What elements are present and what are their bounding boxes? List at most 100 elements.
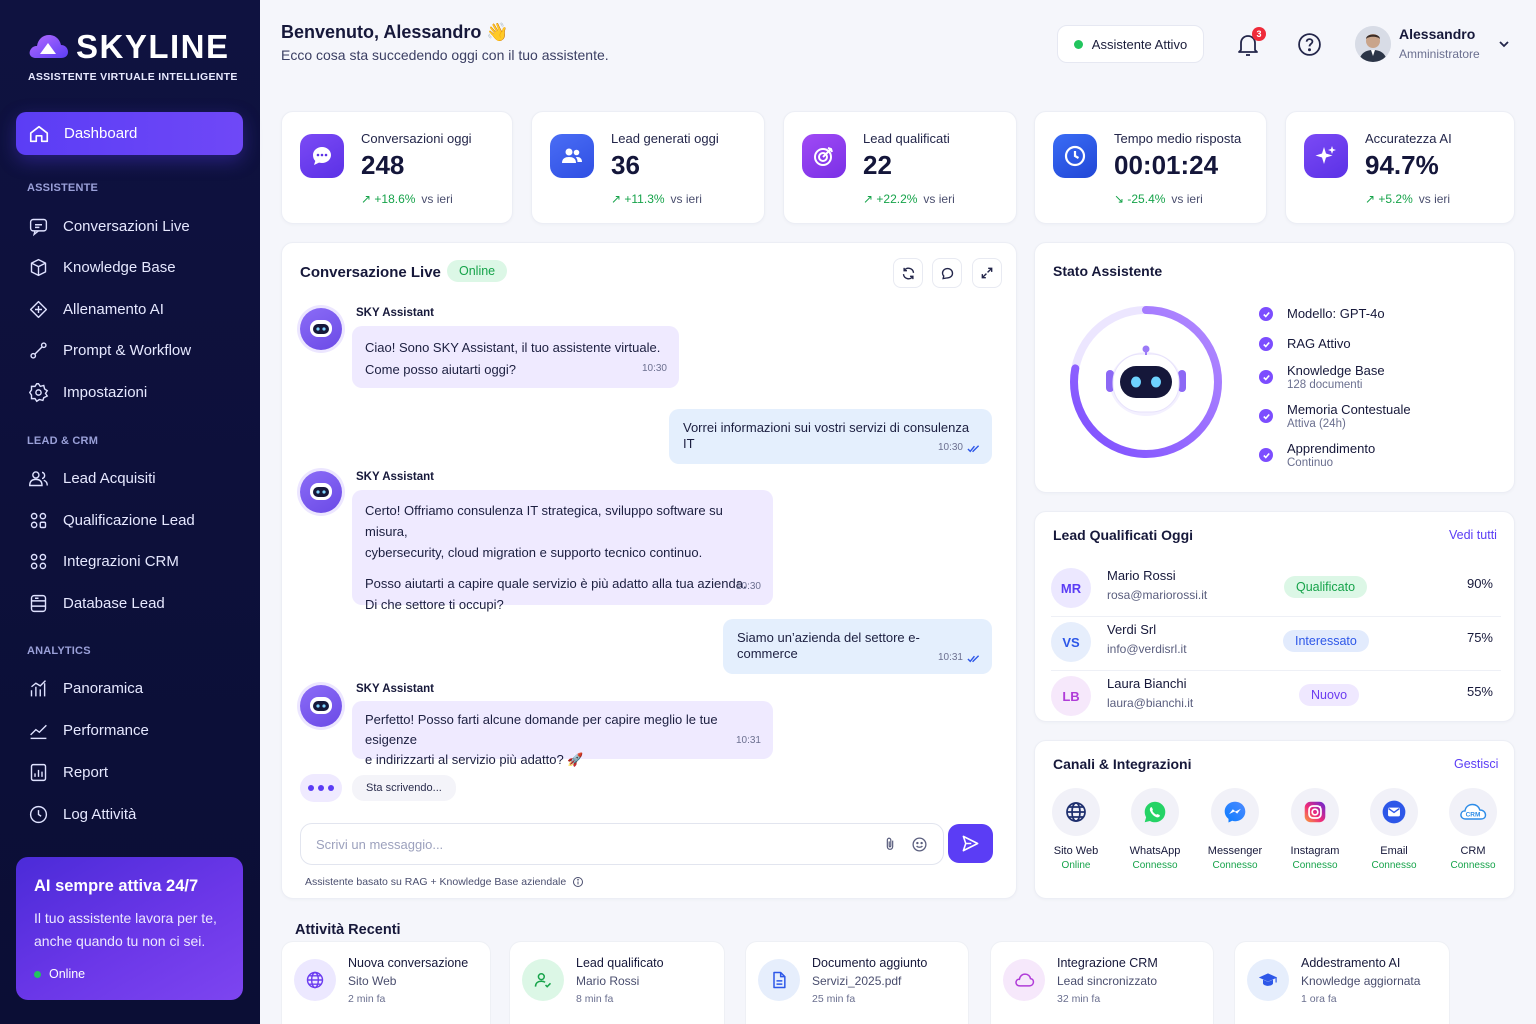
activity-item[interactable]: Lead qualificato Mario Rossi 8 min fa: [509, 941, 725, 1024]
stat-trend-compare: vs ieri: [670, 192, 702, 206]
leads-title: Lead Qualificati Oggi: [1053, 527, 1194, 543]
stat-card-lead-generati[interactable]: Lead generati oggi 36 ↗ +11.3% vs ieri: [531, 111, 765, 224]
manage-channels-link[interactable]: Gestisci: [1454, 757, 1498, 771]
qualified-leads-panel: Lead Qualificati Oggi Vedi tutti MR Mari…: [1034, 511, 1515, 722]
lead-name: Laura Bianchi: [1107, 676, 1187, 691]
sidebar-item-performance[interactable]: Performance: [28, 715, 243, 745]
status-badge: Nuovo: [1299, 684, 1360, 706]
chevron-down-icon[interactable]: [1498, 38, 1510, 50]
emoji-icon[interactable]: [911, 836, 928, 853]
channel-sito-web[interactable]: Sito Web Online: [1038, 788, 1114, 871]
sidebar-item-allenamento-ai[interactable]: Allenamento AI: [28, 294, 243, 324]
stat-value: 00:01:24: [1114, 150, 1219, 180]
stat-card-accuratezza[interactable]: Accuratezza AI 94.7% ↗ +5.2% vs ieri: [1285, 111, 1515, 224]
gear-icon: [28, 382, 49, 402]
activity-log-icon: [29, 805, 48, 823]
channel-whatsapp[interactable]: WhatsApp Connesso: [1117, 788, 1193, 871]
channel-status: Connesso: [1212, 860, 1258, 871]
refresh-button[interactable]: [893, 258, 923, 288]
channel-email[interactable]: Email Connesso: [1356, 788, 1432, 871]
brand-logo[interactable]: SKYLINE: [28, 28, 230, 66]
chat-message-bot: Perfetto! Posso farti alcune domande per…: [352, 701, 773, 767]
assistant-status-pill[interactable]: Assistente Attivo: [1057, 25, 1204, 63]
stat-card-conversazioni[interactable]: Conversazioni oggi 248 ↗ +18.6% vs ieri: [281, 111, 513, 224]
sidebar-item-label: Allenamento AI: [63, 300, 164, 318]
channels-title: Canali & Integrazioni: [1053, 756, 1192, 772]
bot-name: SKY Assistant: [356, 683, 434, 695]
activity-item[interactable]: Integrazione CRM Lead sincronizzato 32 m…: [990, 941, 1214, 1024]
table-row[interactable]: MR Mario Rossi rosa@mariorossi.it Qualif…: [1035, 563, 1517, 617]
chat-message-bot: Certo! Offriamo consulenza IT strategica…: [352, 490, 773, 612]
expand-button[interactable]: [972, 258, 1002, 288]
user-name[interactable]: Alessandro: [1399, 26, 1475, 42]
info-icon[interactable]: [572, 876, 584, 888]
message-input[interactable]: Scrivi un messaggio...: [300, 823, 944, 865]
message-time-value: 10:31: [937, 652, 963, 663]
sidebar-item-label: Report: [63, 763, 109, 781]
send-icon: [962, 835, 979, 852]
activity-title: Addestramento AI: [1301, 956, 1401, 970]
stat-value: 36: [611, 150, 640, 180]
sidebar-item-prompt-workflow[interactable]: Prompt & Workflow: [28, 335, 243, 365]
activity-item[interactable]: Documento aggiunto Servizi_2025.pdf 25 m…: [745, 941, 969, 1024]
channel-name: Instagram: [1290, 845, 1340, 857]
messenger-icon: [1211, 788, 1259, 836]
channel-crm[interactable]: CRM CRM Connesso: [1435, 788, 1511, 871]
page-subtitle: Ecco cosa sta succedendo oggi con il tuo…: [281, 47, 609, 63]
sidebar-item-log-attivita[interactable]: Log Attività: [28, 799, 243, 829]
sidebar-item-panoramica[interactable]: Panoramica: [28, 673, 243, 703]
send-button[interactable]: [948, 824, 993, 863]
assistant-feature-row: Modello: GPT-4o: [1259, 306, 1385, 321]
message-text: e indirizzarti al servizio più adatto? 🚀: [365, 752, 584, 767]
help-icon[interactable]: [1297, 32, 1322, 57]
activity-time: 8 min fa: [576, 993, 614, 1005]
view-all-leads-link[interactable]: Vedi tutti: [1449, 528, 1497, 542]
activity-time: 25 min fa: [812, 993, 856, 1005]
status-dot: [34, 970, 41, 978]
sidebar-item-label: Lead Acquisiti: [63, 469, 156, 487]
attachment-icon[interactable]: [882, 835, 898, 853]
sidebar-item-dashboard[interactable]: Dashboard: [16, 112, 243, 155]
bot-avatar: [300, 471, 342, 513]
channels-panel: Canali & Integrazioni Gestisci Sito Web …: [1034, 740, 1515, 899]
stat-card-lead-qualificati[interactable]: Lead qualificati 22 ↗ +22.2% vs ieri: [783, 111, 1017, 224]
channel-messenger[interactable]: Messenger Connesso: [1197, 788, 1273, 871]
table-row[interactable]: VS Verdi Srl info@verdisrl.it Interessat…: [1035, 617, 1517, 671]
sidebar-item-conversazioni-live[interactable]: Conversazioni Live: [28, 211, 243, 241]
lead-avatar: LB: [1051, 676, 1091, 716]
workflow-icon: [30, 341, 47, 359]
channel-instagram[interactable]: Instagram Connesso: [1277, 788, 1353, 871]
feature-title: Apprendimento: [1287, 441, 1376, 456]
stat-trend-value: ↘ -25.4%: [1114, 192, 1166, 206]
stat-card-tempo-risposta[interactable]: Tempo medio risposta 00:01:24 ↘ -25.4% vs…: [1034, 111, 1267, 224]
sidebar-item-knowledge-base[interactable]: Knowledge Base: [28, 252, 243, 282]
assistant-feature-row: Memoria Contestuale Attiva (24h): [1259, 402, 1411, 430]
stat-trend-value: ↗ +22.2%: [863, 192, 918, 206]
sidebar-item-qualificazione-lead[interactable]: Qualificazione Lead: [28, 505, 243, 535]
channel-name: Messenger: [1207, 845, 1263, 857]
stat-trend: ↗ +5.2% vs ieri: [1365, 192, 1450, 206]
status-badge: Interessato: [1283, 630, 1369, 652]
new-chat-button[interactable]: [932, 258, 962, 288]
message-text: cybersecurity, cloud migration e support…: [365, 545, 703, 560]
activity-item[interactable]: Addestramento AI Knowledge aggiornata 1 …: [1234, 941, 1450, 1024]
channel-name: WhatsApp: [1129, 845, 1181, 857]
sidebar-item-integrazioni-crm[interactable]: Integrazioni CRM: [28, 546, 243, 576]
sidebar-item-report[interactable]: Report: [28, 757, 243, 787]
activity-item[interactable]: Nuova conversazione Sito Web 2 min fa: [281, 941, 491, 1024]
chat-panel: Conversazione Live Online SKY Assistant …: [281, 242, 1017, 899]
check-circle-icon: [1259, 448, 1273, 462]
whatsapp-icon: [1131, 788, 1179, 836]
promo-card: AI sempre attiva 24/7 Il tuo assistente …: [16, 857, 243, 1000]
table-row[interactable]: LB Laura Bianchi laura@bianchi.it Nuovo …: [1035, 671, 1517, 725]
database-icon: [30, 594, 47, 612]
document-icon: [758, 959, 800, 1001]
sidebar-item-lead-acquisiti[interactable]: Lead Acquisiti: [28, 463, 243, 493]
feature-subtitle: 128 documenti: [1287, 379, 1363, 391]
user-avatar[interactable]: [1355, 26, 1391, 62]
sidebar-item-impostazioni[interactable]: Impostazioni: [28, 377, 243, 407]
sidebar-item-database-lead[interactable]: Database Lead: [28, 588, 243, 618]
lead-avatar: VS: [1051, 622, 1091, 662]
globe-icon: [294, 959, 336, 1001]
message-text: Di che settore ti occupi?: [365, 597, 504, 612]
